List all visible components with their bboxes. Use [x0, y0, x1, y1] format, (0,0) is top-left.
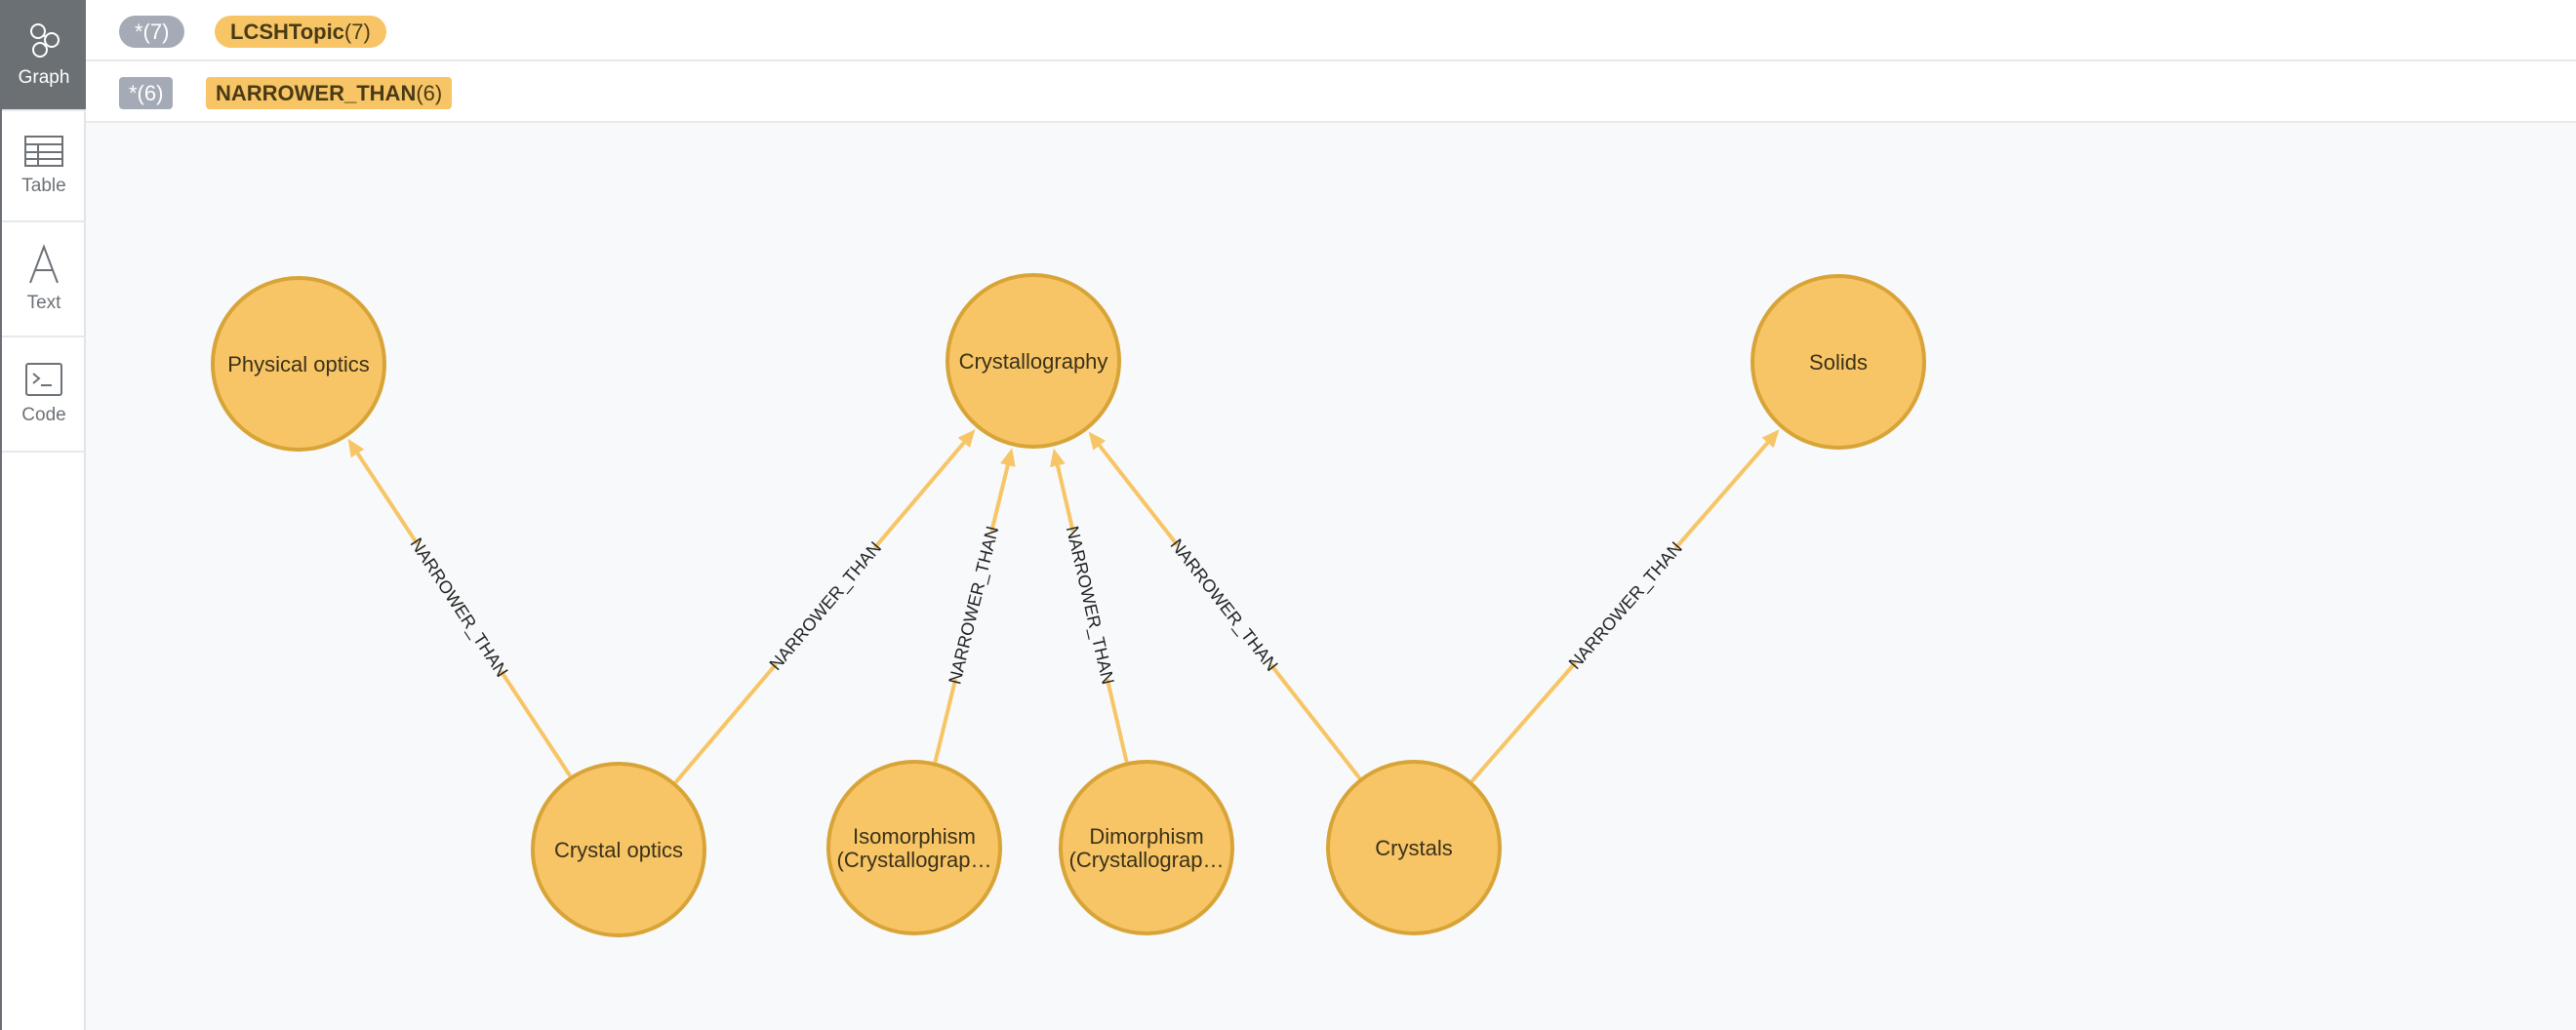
arrow-head-icon	[347, 438, 365, 458]
sidebar-item-label: Graph	[18, 67, 70, 88]
node-legend: *(7) LCSHTopic(7)	[86, 0, 2576, 61]
node-caption: Dimorphism	[1089, 824, 1203, 849]
node-caption: Crystallography	[959, 349, 1108, 374]
relationship-line[interactable]	[933, 678, 958, 764]
relationship-label: NARROWER_THAN	[406, 535, 512, 681]
sidebar: Graph Table Text Code	[0, 0, 86, 1030]
all-nodes-label: *(7)	[135, 20, 170, 44]
node-dimorphism[interactable]: Dimorphism(Crystallograp…	[1059, 760, 1234, 935]
relationship-crystal_optics-crystallography[interactable]: NARROWER_THAN	[673, 429, 976, 784]
sidebar-item-label: Code	[21, 405, 66, 425]
node-caption: Isomorphism	[853, 824, 976, 849]
arrow-head-icon	[1000, 448, 1016, 467]
node-solids[interactable]: Solids	[1751, 274, 1926, 450]
sidebar-item-text[interactable]: Text	[2, 222, 86, 337]
all-nodes-pill[interactable]: *(7)	[119, 16, 185, 48]
relationship-crystals-crystallography[interactable]: NARROWER_THAN	[1088, 431, 1362, 780]
graph-svg[interactable]: NARROWER_THAN NARROWER_THAN NARROWER_THAN N…	[86, 123, 2576, 1030]
node-caption: (Crystallograp…	[837, 848, 992, 872]
node-caption: Crystal optics	[554, 838, 683, 862]
all-relationships-pill[interactable]: *(6)	[119, 77, 174, 109]
sidebar-item-label: Table	[21, 176, 66, 196]
node-crystals[interactable]: Crystals	[1326, 760, 1502, 935]
relationship-label: NARROWER_THAN	[766, 537, 886, 674]
label-count: (7)	[343, 20, 371, 44]
relationship-line[interactable]	[989, 464, 1010, 533]
narrower-than-type-pill[interactable]: NARROWER_THAN(6)	[206, 77, 453, 109]
relationship-line[interactable]	[1098, 444, 1180, 547]
relationship-line[interactable]	[499, 669, 573, 777]
sidebar-item-code[interactable]: Code	[2, 337, 86, 453]
node-physical-optics[interactable]: Physical optics	[211, 276, 386, 452]
node-crystallography[interactable]: Crystallography	[946, 273, 1121, 449]
node-caption: Solids	[1809, 350, 1868, 375]
sidebar-item-graph[interactable]: Graph	[2, 0, 86, 111]
node-caption: (Crystallograp…	[1069, 848, 1225, 872]
node-isomorphism[interactable]: Isomorphism(Crystallograp…	[826, 760, 1002, 935]
relationship-label: NARROWER_THAN	[1565, 538, 1687, 674]
table-icon	[23, 135, 64, 168]
relationship-line[interactable]	[1105, 678, 1129, 763]
graph-canvas[interactable]: NARROWER_THAN NARROWER_THAN NARROWER_THAN N…	[86, 123, 2576, 1030]
code-icon	[24, 362, 63, 397]
relationship-line[interactable]	[1055, 464, 1075, 532]
label-name: LCSHTopic	[230, 20, 344, 44]
relationship-legend: *(6) NARROWER_THAN(6)	[86, 61, 2576, 123]
arrow-head-icon	[1050, 448, 1066, 467]
relationship-type-name: NARROWER_THAN	[216, 81, 417, 105]
all-relationships-label: *(6)	[129, 81, 164, 105]
relationship-line[interactable]	[673, 662, 778, 784]
relationship-line[interactable]	[1269, 663, 1362, 780]
relationship-crystals-solids[interactable]: NARROWER_THAN	[1469, 429, 1780, 783]
relationship-type-count: (6)	[416, 81, 443, 105]
relationship-line[interactable]	[1469, 661, 1578, 783]
graph-icon	[24, 20, 63, 59]
sidebar-item-table[interactable]: Table	[2, 111, 86, 222]
relationship-label: NARROWER_THAN	[1166, 535, 1282, 676]
sidebar-item-label: Text	[26, 293, 61, 313]
relationship-line[interactable]	[355, 452, 420, 545]
relationship-label: NARROWER_THAN	[1062, 524, 1118, 686]
text-icon	[26, 244, 61, 285]
node-crystal-optics[interactable]: Crystal optics	[531, 762, 706, 937]
relationship-isomorphism-crystallography[interactable]: NARROWER_THAN	[933, 448, 1016, 764]
lcshtopic-label-pill[interactable]: LCSHTopic(7)	[215, 16, 386, 48]
relationship-dimorphism-crystallography[interactable]: NARROWER_THAN	[1050, 448, 1129, 763]
node-caption: Crystals	[1375, 836, 1452, 860]
relationship-line[interactable]	[872, 441, 966, 550]
relationship-line[interactable]	[1673, 441, 1770, 550]
relationship-crystal_optics-physical_optics[interactable]: NARROWER_THAN	[347, 438, 573, 777]
relationship-label: NARROWER_THAN	[945, 524, 1003, 686]
node-caption: Physical optics	[227, 352, 370, 376]
